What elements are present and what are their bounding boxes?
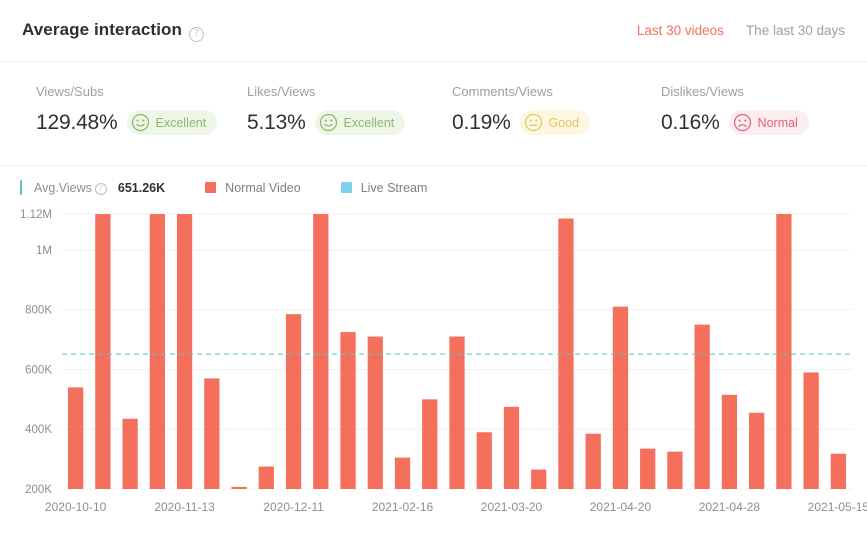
bar[interactable] bbox=[503, 406, 520, 489]
bar[interactable] bbox=[612, 306, 629, 489]
range-tabs: Last 30 videos The last 30 days bbox=[637, 23, 845, 38]
bar[interactable] bbox=[122, 418, 138, 489]
legend-label: Live Stream bbox=[360, 180, 428, 195]
smiley-face-icon bbox=[319, 113, 337, 132]
stat-views-subs: Views/Subs 129.48% Excellent bbox=[0, 84, 218, 135]
bar-chart[interactable]: 1.12M 1M 800K 600K 400K 200K 2020-10-10 2020-1… bbox=[0, 203, 867, 533]
tab-last-30-videos[interactable]: Last 30 videos bbox=[637, 23, 724, 38]
stat-value-row: 0.16% Normal bbox=[661, 110, 836, 135]
legend-item-normal-video[interactable]: Normal Video bbox=[205, 181, 301, 195]
x-axis-tick-label: 2021-02-16 bbox=[372, 500, 434, 514]
x-axis-tick-label: 2021-03-20 bbox=[481, 500, 543, 514]
stat-dislikes-views: Dislikes/Views 0.16% Normal bbox=[627, 84, 836, 135]
bar[interactable] bbox=[313, 214, 329, 489]
x-axis-tick-label: 2021-04-20 bbox=[590, 500, 652, 514]
avg-views-label: Avg.Views bbox=[34, 180, 92, 195]
bar[interactable] bbox=[531, 469, 547, 489]
bar[interactable] bbox=[231, 486, 247, 489]
bars[interactable] bbox=[67, 214, 847, 490]
live-stream-swatch-icon bbox=[340, 182, 352, 193]
bar[interactable] bbox=[667, 451, 683, 489]
bar[interactable] bbox=[176, 214, 193, 489]
status-badge-label: Excellent bbox=[343, 115, 395, 130]
stat-value: 129.48% bbox=[36, 110, 118, 134]
avg-views-marker-icon bbox=[20, 180, 22, 195]
bar[interactable] bbox=[67, 387, 84, 489]
page-title-text: Average interaction bbox=[22, 20, 182, 40]
frowning-face-icon bbox=[733, 113, 751, 132]
legend-label: Normal Video bbox=[225, 180, 301, 195]
card-header: Average interaction? Last 30 videos The … bbox=[0, 0, 867, 62]
legend-item-live-stream[interactable]: Live Stream bbox=[340, 180, 428, 195]
x-axis-tick-label: 2021-05-15 bbox=[808, 500, 867, 514]
bar[interactable] bbox=[749, 412, 765, 489]
stat-value: 0.19% bbox=[452, 110, 511, 134]
stat-value: 0.16% bbox=[661, 110, 720, 134]
stat-value-row: 5.13% Excellent bbox=[247, 110, 418, 135]
stat-label: Views/Subs bbox=[36, 84, 104, 99]
bar[interactable] bbox=[721, 394, 738, 489]
stat-likes-views: Likes/Views 5.13% Excellent bbox=[209, 84, 418, 135]
y-axis-tick-label: 400K bbox=[25, 424, 52, 436]
stat-value-row: 0.19% Good bbox=[452, 110, 627, 135]
x-axis-ticks: 2020-10-10 2020-11-13 2020-12-11 2021-02-16… bbox=[45, 500, 867, 514]
stat-comments-views: Comments/Views 0.19% Good bbox=[418, 84, 627, 135]
stat-value: 5.13% bbox=[247, 110, 306, 134]
status-badge: Excellent bbox=[126, 110, 218, 135]
bar[interactable] bbox=[830, 453, 847, 489]
bar[interactable] bbox=[803, 372, 819, 489]
stat-label: Likes/Views bbox=[247, 84, 316, 99]
stat-value-row: 129.48% Excellent bbox=[36, 110, 218, 135]
y-axis-tick-label: 800K bbox=[25, 305, 52, 317]
y-axis-tick-label: 200K bbox=[25, 484, 52, 496]
help-question-icon[interactable]: ? bbox=[189, 26, 204, 42]
bar[interactable] bbox=[367, 336, 383, 489]
x-axis-tick-label: 2020-11-13 bbox=[154, 500, 215, 514]
avg-views-help-icon[interactable]: ? bbox=[94, 182, 107, 195]
stat-label: Dislikes/Views bbox=[661, 84, 744, 99]
y-axis-tick-label: 1.12M bbox=[20, 209, 52, 221]
avg-views-value: 651.26K bbox=[117, 180, 166, 195]
bar[interactable] bbox=[95, 214, 111, 489]
status-badge-label: Good bbox=[548, 115, 580, 130]
status-badge: Good bbox=[519, 110, 591, 135]
bar[interactable] bbox=[340, 332, 356, 489]
bar-chart-svg[interactable]: 1.12M1M800K600K400K200K 2020-10-10 2020-1… bbox=[0, 203, 867, 533]
status-badge: Normal bbox=[728, 110, 809, 135]
bar[interactable] bbox=[585, 433, 601, 489]
y-axis-tick-label: 600K bbox=[25, 364, 52, 376]
status-badge: Excellent bbox=[314, 110, 406, 135]
stats-row: Views/Subs 129.48% Excellent Likes/Views… bbox=[0, 62, 867, 166]
page-title: Average interaction? bbox=[22, 20, 204, 42]
chart-legend: Avg.Views ? 651.26K Normal Video Live St… bbox=[0, 166, 867, 203]
x-axis-tick-label: 2020-12-11 bbox=[263, 500, 324, 514]
x-axis-tick-label: 2020-10-10 bbox=[45, 500, 107, 514]
neutral-face-icon bbox=[524, 113, 542, 132]
bar[interactable] bbox=[449, 336, 465, 489]
status-badge-label: Excellent bbox=[155, 115, 207, 130]
bar[interactable] bbox=[204, 378, 220, 489]
bar[interactable] bbox=[394, 457, 411, 489]
tab-last-30-days[interactable]: The last 30 days bbox=[746, 23, 845, 38]
bar[interactable] bbox=[285, 314, 302, 489]
y-axis-tick-label: 1M bbox=[36, 245, 52, 257]
status-badge-label: Normal bbox=[757, 115, 798, 130]
bar[interactable] bbox=[640, 448, 656, 489]
average-interaction-card: Average interaction? Last 30 videos The … bbox=[0, 0, 867, 552]
bar[interactable] bbox=[776, 214, 792, 489]
stat-label: Comments/Views bbox=[452, 84, 553, 99]
bar[interactable] bbox=[149, 214, 165, 489]
y-axis-ticks: 1.12M 1M 800K 600K 400K 200K bbox=[20, 209, 52, 496]
bar[interactable] bbox=[422, 399, 438, 489]
bar[interactable] bbox=[694, 324, 710, 489]
bar[interactable] bbox=[258, 466, 274, 489]
bar[interactable] bbox=[476, 432, 492, 489]
x-axis-tick-label: 2021-04-28 bbox=[699, 500, 761, 514]
normal-video-swatch-icon bbox=[205, 182, 217, 193]
smiley-face-icon bbox=[131, 113, 149, 132]
